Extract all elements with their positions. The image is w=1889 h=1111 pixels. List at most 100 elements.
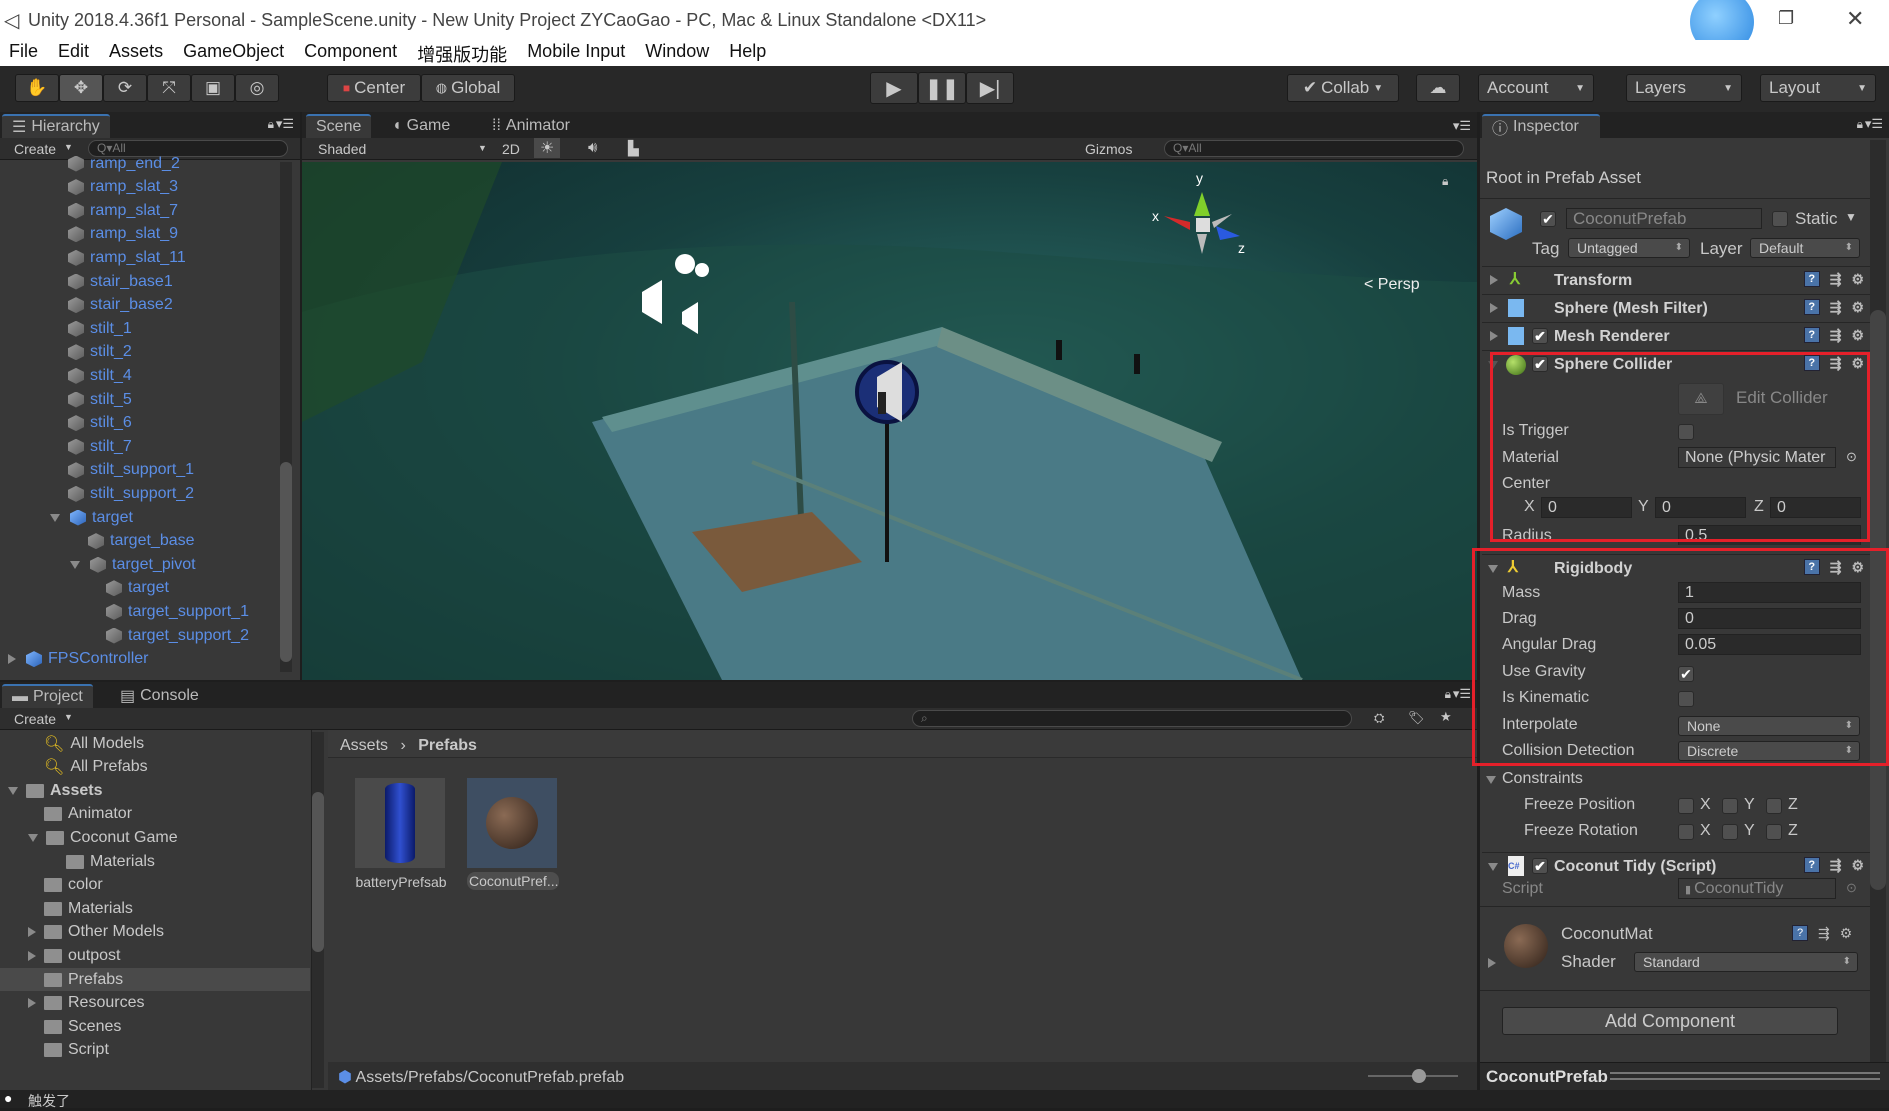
foldout-arrow-icon[interactable] [28, 927, 36, 938]
layer-dropdown[interactable]: Default [1750, 238, 1860, 258]
cloud-button[interactable]: ☁ [1416, 74, 1460, 102]
rotate-tool[interactable]: ⟳ [103, 74, 147, 102]
gear-icon[interactable]: ⚙ [1851, 299, 1864, 316]
foldout-arrow-icon[interactable] [8, 786, 18, 795]
project-tree-item[interactable]: Other Models [28, 921, 164, 944]
menu-enhanced[interactable]: 增强版功能 [417, 41, 507, 67]
filter-type-icon[interactable]: ⛭ [1374, 710, 1384, 726]
tab-inspector[interactable]: ⓘ Inspector [1482, 114, 1600, 138]
project-tree-item[interactable]: outpost [28, 944, 120, 967]
project-tree-item[interactable]: Animator [44, 803, 132, 826]
hierarchy-item[interactable]: stilt_6 [68, 412, 132, 435]
project-search[interactable]: ⌕ [912, 710, 1352, 727]
filter-label-icon[interactable]: 🏷︎ [1408, 710, 1425, 726]
panel-menu-icon[interactable]: ▾☰ [1453, 686, 1471, 702]
object-picker-icon[interactable]: ⊙ [1846, 449, 1857, 465]
audio-toggle-icon[interactable]: 🔊︎ [588, 139, 597, 156]
preset-icon[interactable]: ⇶ [1830, 299, 1842, 316]
hierarchy-item[interactable]: target_support_1 [106, 600, 249, 623]
shading-dropdown[interactable]: Shaded [318, 141, 366, 157]
center-z-input[interactable]: 0 [1770, 497, 1861, 518]
script-enabled-checkbox[interactable]: ✔ [1532, 858, 1548, 874]
pivot-global-button[interactable]: ◍ Global [421, 74, 515, 102]
preset-icon[interactable]: ⇶ [1830, 271, 1842, 288]
menu-window[interactable]: Window [645, 41, 709, 67]
use-gravity-checkbox[interactable]: ✔ [1678, 666, 1694, 682]
panel-menu-icon[interactable]: ▾☰ [1453, 118, 1471, 134]
lock-icon[interactable]: 🔒︎ [268, 117, 274, 132]
move-tool[interactable]: ✥ [59, 74, 103, 102]
component-mesh-filter[interactable]: Sphere (Mesh Filter) ? ⇶ ⚙ [1482, 294, 1870, 321]
hierarchy-item[interactable]: FPSController [8, 648, 148, 671]
component-coconut-tidy-script[interactable]: C# ✔ Coconut Tidy (Script) ? ⇶ ⚙ [1482, 852, 1870, 879]
layers-dropdown[interactable]: Layers ▼ [1626, 74, 1742, 102]
foldout-arrow-icon[interactable] [70, 560, 80, 569]
hierarchy-item[interactable]: ramp_slat_3 [68, 176, 178, 199]
hierarchy-item[interactable]: ramp_end_2 [68, 152, 180, 175]
status-message[interactable]: 触发了 [28, 1091, 70, 1111]
help-icon[interactable]: ? [1803, 355, 1820, 371]
projection-label[interactable]: < Persp [1364, 276, 1420, 294]
menu-file[interactable]: File [9, 41, 38, 67]
help-icon[interactable]: ? [1803, 559, 1820, 575]
lock-icon[interactable]: 🔒︎ [1857, 117, 1863, 132]
is-kinematic-checkbox[interactable] [1678, 691, 1694, 707]
help-icon[interactable]: ? [1803, 857, 1820, 873]
center-y-input[interactable]: 0 [1655, 497, 1746, 518]
project-tree-item[interactable]: Resources [28, 992, 144, 1015]
object-name-input[interactable]: CoconutPrefab [1566, 208, 1762, 229]
step-button[interactable]: ▶| [966, 72, 1014, 104]
menu-help[interactable]: Help [729, 41, 766, 67]
component-rigidbody[interactable]: ⅄ Rigidbody ? ⇶ ⚙ [1482, 554, 1870, 581]
tab-scene[interactable]: Scene [306, 114, 372, 138]
project-tree-item[interactable]: Prefabs [0, 968, 310, 991]
mass-input[interactable]: 1 [1678, 582, 1861, 603]
freeze-rotation-y-checkbox[interactable] [1722, 824, 1738, 840]
project-tree-item[interactable]: Materials [44, 897, 133, 920]
breadcrumb-assets[interactable]: Assets [340, 737, 388, 754]
project-tree-item[interactable]: Materials [66, 850, 155, 873]
material-foldout[interactable] [1488, 958, 1496, 968]
mesh-renderer-enabled-checkbox[interactable]: ✔ [1532, 328, 1548, 344]
panel-menu-icon[interactable]: ▾☰ [276, 116, 294, 132]
drag-input[interactable]: 0 [1678, 608, 1861, 629]
pivot-center-button[interactable]: ■ Center [327, 74, 421, 102]
favorite-icon[interactable]: ★ [1440, 709, 1452, 725]
add-component-button[interactable]: Add Component [1502, 1007, 1838, 1035]
lighting-toggle-icon[interactable]: ☀ [534, 138, 561, 158]
active-checkbox[interactable]: ✔ [1540, 211, 1556, 227]
project-tree-item[interactable]: color [44, 874, 103, 897]
hierarchy-item[interactable]: stilt_1 [68, 317, 132, 340]
tab-animator[interactable]: ⁞⁞ Animator [482, 114, 580, 138]
preset-icon[interactable]: ⇶ [1818, 925, 1830, 942]
gear-icon[interactable]: ⚙ [1851, 355, 1864, 372]
hierarchy-item[interactable]: target_base [88, 530, 195, 553]
hierarchy-item[interactable]: stilt_2 [68, 341, 132, 364]
freeze-position-x-checkbox[interactable] [1678, 798, 1694, 814]
gear-icon[interactable]: ⚙ [1840, 925, 1853, 942]
gizmo-lock-icon[interactable]: 🔒︎ [1442, 174, 1448, 189]
asset-item[interactable]: batteryPrefsab [355, 778, 447, 890]
play-button[interactable]: ▶ [870, 72, 918, 104]
project-tree-item[interactable]: Script [44, 1039, 109, 1062]
transform-tool[interactable]: ◎ [235, 74, 279, 102]
create-dropdown[interactable]: Create [14, 711, 56, 727]
asset-item-selected[interactable]: CoconutPref... [467, 778, 559, 890]
pause-button[interactable]: ❚❚ [918, 72, 966, 104]
lock-icon[interactable]: 🔒︎ [1445, 687, 1451, 702]
project-tree-item[interactable]: Coconut Game [28, 826, 178, 849]
project-tree-item[interactable]: 🔍︎ All Prefabs [44, 756, 148, 779]
constraints-foldout[interactable] [1486, 776, 1496, 784]
freeze-position-y-checkbox[interactable] [1722, 798, 1738, 814]
scene-viewport[interactable]: y x z 🔒︎ < Persp [302, 162, 1477, 680]
effects-toggle-icon[interactable]: ▙ [628, 140, 639, 157]
rect-tool[interactable]: ▣ [191, 74, 235, 102]
freeze-position-z-checkbox[interactable] [1766, 798, 1782, 814]
tab-hierarchy[interactable]: ☰ Hierarchy [2, 114, 110, 138]
help-icon[interactable]: ? [1803, 299, 1820, 315]
hierarchy-item[interactable]: ramp_slat_11 [68, 246, 186, 269]
help-icon[interactable]: ? [1803, 271, 1820, 287]
account-dropdown[interactable]: Account ▼ [1478, 74, 1594, 102]
layout-dropdown[interactable]: Layout ▼ [1760, 74, 1876, 102]
component-transform[interactable]: ⅄ Transform ? ⇶ ⚙ [1482, 266, 1870, 293]
